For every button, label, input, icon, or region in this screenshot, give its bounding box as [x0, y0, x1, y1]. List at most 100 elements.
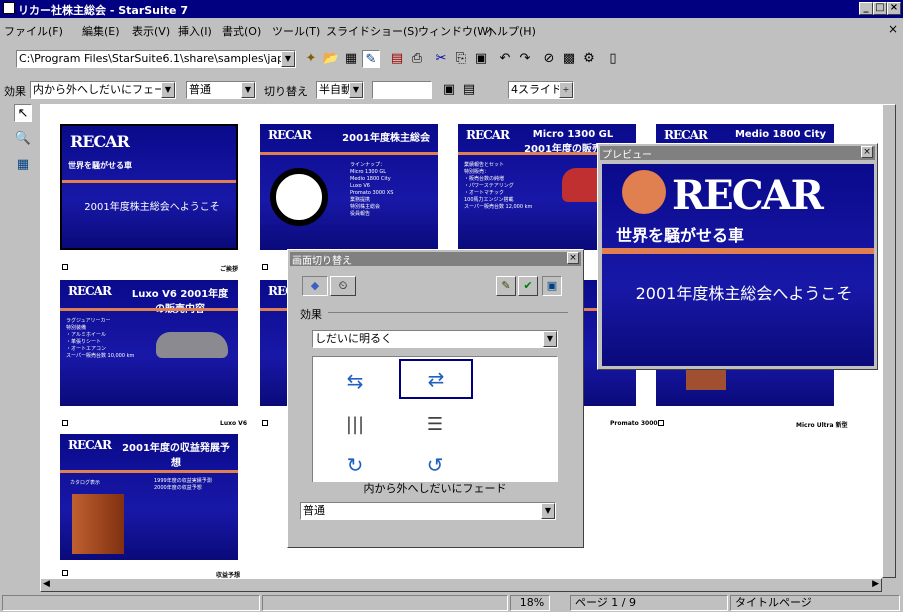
slide-name: Micro Ultra 新型 — [796, 422, 848, 429]
slide-icon[interactable]: ▤ — [460, 81, 478, 99]
slides-per-row-field[interactable]: 4スライド ÷ — [508, 81, 574, 99]
copy-icon[interactable]: ⎘ — [452, 50, 470, 68]
slide-body: 2001年度株主総会へようこそ — [84, 202, 220, 213]
pdf-icon[interactable]: ▤ — [388, 50, 406, 68]
gallery-icon[interactable]: ▩ — [560, 50, 578, 68]
menu-insert[interactable]: 挿入(I) — [178, 23, 212, 39]
effect-dropdown[interactable]: しだいに明るく ▼ — [312, 330, 558, 348]
logo-text: RECAR — [68, 284, 112, 298]
menu-view[interactable]: 表示(V) — [132, 23, 170, 39]
logo-text: RECAR — [70, 132, 130, 151]
speed-combobox-value: 普通 — [189, 83, 211, 96]
slide-thumbnail-1[interactable]: RECAR 世界を騒がせる車 2001年度株主総会へようこそ — [60, 124, 238, 250]
slide-transition-panel: 画面切り替え × ◆ ⏲ ✎ ✔ ▣ 効果 しだいに明るく ▼ ⇆ ⇄ ||| … — [287, 249, 584, 548]
effect-converge-icon[interactable]: ⇆ — [337, 367, 373, 395]
slide-thumbnail-5[interactable]: RECAR Luxo V6 2001年度の販売内容 ラグジュアリーカー特別装備・… — [60, 280, 238, 406]
slides-per-row-value: 4スライド — [511, 83, 562, 96]
zoom-icon[interactable]: 🔍 — [14, 130, 32, 148]
edit-icon[interactable]: ✎ — [362, 50, 380, 68]
effect-label: 効果 — [4, 85, 26, 98]
print-icon[interactable]: ⎙ — [408, 50, 426, 68]
building-chart-image — [72, 494, 124, 554]
select-arrow-icon[interactable]: ↖ — [14, 104, 32, 122]
extras-tab-icon[interactable]: ⏲ — [330, 276, 356, 296]
paste-icon[interactable]: ▣ — [472, 50, 490, 68]
doc-close-icon[interactable]: × — [888, 22, 898, 36]
switch-combobox[interactable]: 半自動 ▼ — [316, 81, 364, 99]
assign-checkmark-icon[interactable]: ✔ — [518, 276, 538, 296]
help-icon[interactable]: ▯ — [604, 50, 622, 68]
slide-transition-icon — [658, 420, 664, 426]
effect-fade-out-icon[interactable]: ⇄ — [399, 359, 473, 399]
maximize-button[interactable]: □ — [873, 2, 887, 15]
minimize-button[interactable]: _ — [859, 2, 873, 15]
left-toolbar: ↖ 🔍 ▦ — [14, 104, 36, 184]
effects-icon[interactable]: ▦ — [14, 156, 32, 174]
preview-window-icon[interactable]: ▣ — [542, 276, 562, 296]
scroll-right-icon[interactable]: ▶ — [872, 579, 879, 589]
chevron-down-icon[interactable]: ▼ — [543, 331, 557, 347]
horizontal-scrollbar[interactable]: ◀ ▶ — [40, 578, 882, 592]
status-bar: 18% ページ 1 / 9 タイトルページ — [0, 594, 903, 612]
data-sources-icon[interactable]: ⚙ — [580, 50, 598, 68]
effect-dropdown-value: しだいに明るく — [315, 332, 392, 345]
save-icon[interactable]: ▦ — [342, 50, 360, 68]
url-text: C:\Program Files\StarSuite6.1\share\samp… — [19, 52, 296, 65]
pen-icon[interactable]: ✎ — [496, 276, 516, 296]
close-button[interactable]: × — [887, 2, 901, 15]
slide-thumbnail-2[interactable]: RECAR 2001年度株主総会 ラインナップ： Micro 1300 GL Med… — [260, 124, 438, 250]
effect-vertical-lines-icon[interactable]: ||| — [337, 411, 373, 439]
slide-thumbnail-9[interactable]: RECAR 2001年度の収益発展予想 カタログ表示 1999年度の収益実績予測… — [60, 434, 238, 560]
chevron-down-icon[interactable]: ▼ — [281, 51, 295, 67]
speed-combobox[interactable]: 普通 ▼ — [186, 81, 256, 99]
effects-tab-icon[interactable]: ◆ — [302, 276, 328, 296]
effect-rotate-right-icon[interactable]: ↺ — [417, 451, 453, 479]
new-icon[interactable]: ✦ — [302, 50, 320, 68]
menu-format[interactable]: 書式(O) — [222, 23, 261, 39]
vertical-scrollbar[interactable] — [882, 104, 896, 578]
chevron-down-icon[interactable]: ▼ — [161, 82, 175, 98]
preview-close-button[interactable]: × — [861, 146, 873, 158]
effect-horizontal-lines-icon[interactable]: ☰ — [417, 411, 453, 439]
silver-car-image — [156, 332, 228, 358]
cut-icon[interactable]: ✂ — [432, 50, 450, 68]
zoom-level[interactable]: 18% — [510, 595, 550, 611]
scroll-left-icon[interactable]: ◀ — [43, 579, 50, 589]
redo-icon[interactable]: ↷ — [516, 50, 534, 68]
open-icon[interactable]: 📂 — [322, 50, 340, 68]
slide-title: 2001年度株主総会 — [342, 133, 430, 144]
undo-icon[interactable]: ↶ — [496, 50, 514, 68]
accent-bar — [62, 180, 236, 183]
switch-label: 切り替え — [264, 85, 308, 98]
layout-name: タイトルページ — [730, 595, 900, 611]
panel-close-button[interactable]: × — [567, 252, 579, 264]
time-field[interactable] — [372, 81, 432, 99]
globe-image — [270, 168, 328, 226]
chevron-down-icon[interactable]: ▼ — [349, 82, 363, 98]
logo-text: RECAR — [466, 128, 510, 142]
preview-toggle-icon[interactable]: ▣ — [440, 81, 458, 99]
chevron-down-icon[interactable]: ▼ — [541, 503, 555, 519]
menu-tools[interactable]: ツール(T) — [272, 23, 320, 39]
spin-icon[interactable]: ÷ — [559, 82, 573, 98]
slide-transition-icon — [62, 570, 68, 576]
effect-combobox[interactable]: 内から外へしだいにフェード ▼ — [30, 81, 176, 99]
preview-logo: RECAR — [672, 172, 824, 219]
menu-edit[interactable]: 編集(E) — [82, 23, 120, 39]
slide-name: ご挨拶 — [220, 266, 239, 273]
menu-slideshow[interactable]: スライドショー(S) — [326, 23, 419, 39]
preview-window: プレビュー × RECAR 世界を騒がせる車 2001年度株主総会へようこそ — [597, 143, 878, 370]
chevron-down-icon[interactable]: ▼ — [241, 82, 255, 98]
menu-window[interactable]: ウィンドウ(W) — [418, 23, 492, 39]
logo-emblem-icon — [622, 170, 666, 214]
menu-file[interactable]: ファイル(F) — [4, 23, 63, 39]
speed-dropdown[interactable]: 普通 ▼ — [300, 502, 556, 520]
preview-body: 2001年度株主総会へようこそ — [635, 284, 853, 303]
menu-help[interactable]: ヘルプ(H) — [486, 23, 536, 39]
logo-text: RECAR — [68, 438, 112, 452]
panel-title: 画面切り替え — [292, 256, 352, 267]
effect-rotate-left-icon[interactable]: ↻ — [337, 451, 373, 479]
window-titlebar: リカー社株主総会 - StarSuite 7 _ □ × — [0, 0, 903, 18]
navigator-icon[interactable]: ⊘ — [540, 50, 558, 68]
url-combobox[interactable]: C:\Program Files\StarSuite6.1\share\samp… — [16, 50, 296, 68]
